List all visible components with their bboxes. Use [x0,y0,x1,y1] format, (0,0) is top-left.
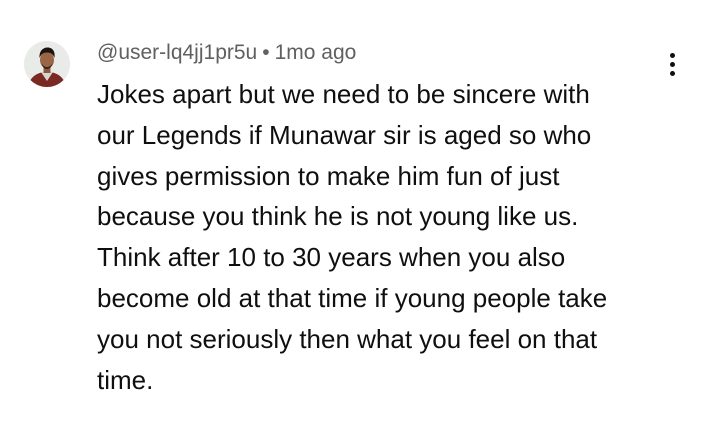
comment-text: Jokes apart but we need to be sincere wi… [97,74,657,400]
avatar[interactable] [24,41,70,87]
more-options-button[interactable] [656,46,688,82]
comment-timestamp[interactable]: 1mo ago [275,41,357,64]
more-vertical-icon [669,70,675,76]
more-vertical-icon [669,61,675,67]
comment-line: our Legends if Munawar sir is aged so wh… [97,119,592,150]
comment-line: gives permission to make him fun of just [97,160,560,191]
user-avatar-image [24,41,70,87]
comment-line: Jokes apart but we need to be sincere wi… [97,79,590,109]
comment-meta: @user-lq4jj1pr5u • 1mo ago [97,39,356,67]
comment-line: Think after 10 to 30 years when you also [97,242,566,273]
comment-line: become old at that time if young people … [97,282,608,313]
author-handle[interactable]: @user-lq4jj1pr5u [97,41,257,64]
more-vertical-icon [669,52,675,58]
comment-line: you not seriously then what you feel on … [97,323,598,354]
meta-separator: • [262,41,270,64]
comment-line: time. [97,364,154,395]
comment-line: because you think he is not young like u… [97,201,579,232]
comment-card: @user-lq4jj1pr5u • 1mo ago Jokes apart but… [0,0,720,427]
